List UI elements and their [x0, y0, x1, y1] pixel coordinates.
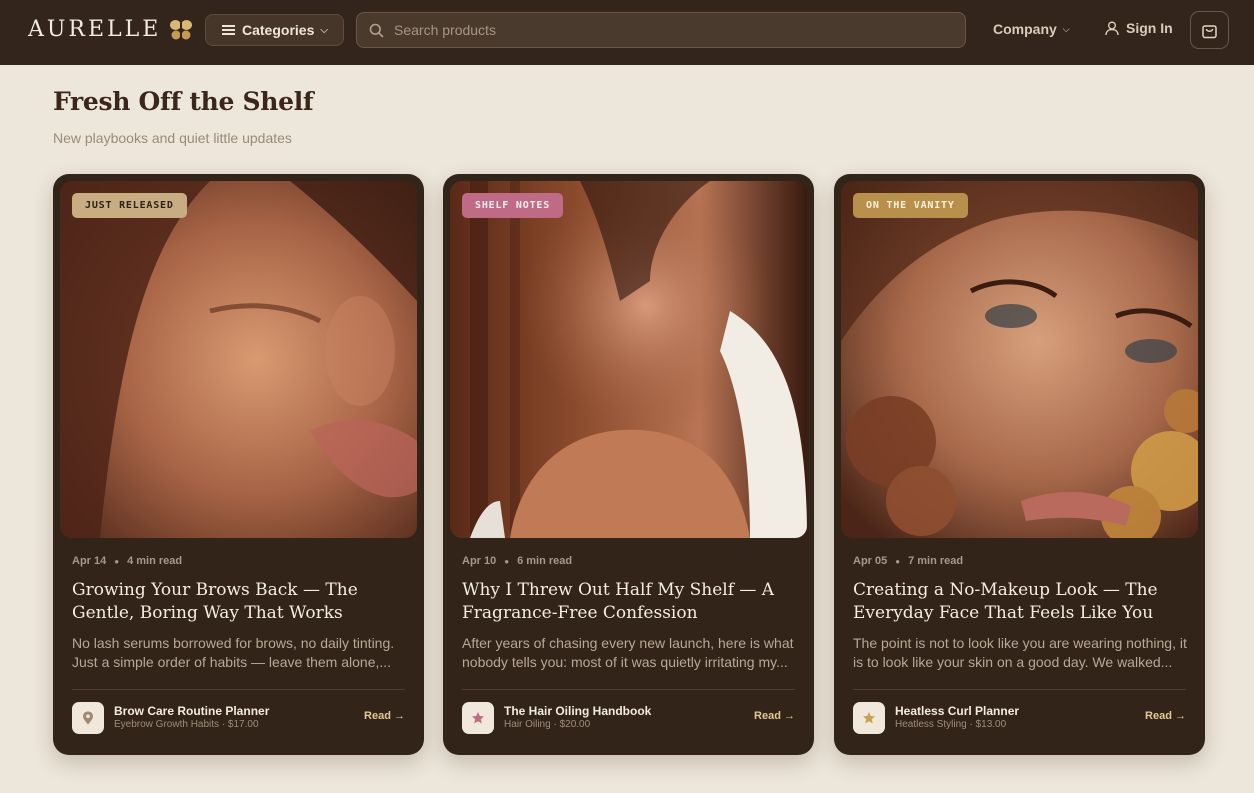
article-photo[interactable]	[60, 181, 417, 538]
company-label: Company	[993, 21, 1057, 37]
article-meta: Apr 10 ● 6 min read	[462, 555, 572, 567]
article-photo[interactable]	[450, 181, 807, 538]
article-date: Apr 10	[462, 555, 497, 567]
article-title[interactable]: Creating a No-Makeup Look — The Everyday…	[853, 579, 1188, 625]
sign-in-label: Sign In	[1126, 20, 1173, 36]
article-title[interactable]: Why I Threw Out Half My Shelf — A Fragra…	[462, 579, 797, 625]
read-link[interactable]: Read →	[1145, 710, 1186, 722]
categories-label: Categories	[242, 22, 315, 38]
search-input[interactable]	[394, 22, 954, 38]
product-details: Eyebrow Growth Habits · $17.00	[114, 719, 259, 730]
section-subtitle: New playbooks and quiet little updates	[53, 130, 292, 146]
product-thumbnail	[853, 702, 885, 734]
search-icon	[369, 23, 384, 37]
company-menu[interactable]: Company ⌵	[993, 21, 1070, 37]
article-excerpt: After years of chasing every new launch,…	[462, 634, 797, 672]
product-details: Hair Oiling · $20.00	[504, 719, 591, 730]
search-bar	[356, 12, 966, 48]
excerpt-line: The point is not to look like you are we…	[853, 635, 1187, 651]
product-name[interactable]: Brow Care Routine Planner	[114, 704, 269, 718]
star-icon	[863, 712, 875, 724]
butterfly-logo-icon	[170, 20, 192, 40]
shopping-bag-icon	[1202, 24, 1217, 38]
card-divider	[72, 689, 405, 690]
menu-icon	[222, 25, 235, 35]
product-details: Heatless Styling · $13.00	[895, 719, 1007, 730]
article-excerpt: No lash serums borrowed for brows, no da…	[72, 634, 407, 672]
category-badge: JUST RELEASED	[72, 193, 187, 218]
read-link[interactable]: Read →	[364, 710, 405, 722]
product-thumbnail	[462, 702, 494, 734]
article-photo[interactable]	[841, 181, 1198, 538]
article-card[interactable]: JUST RELEASED Apr 14 ● 4 min read Growin…	[53, 174, 424, 755]
separator-dot: ●	[895, 556, 901, 566]
excerpt-line: No lash serums borrowed for brows, no da…	[72, 635, 395, 651]
star-icon	[472, 712, 484, 724]
article-excerpt: The point is not to look like you are we…	[853, 634, 1188, 672]
category-badge: ON THE VANITY	[853, 193, 968, 218]
separator-dot: ●	[114, 556, 120, 566]
categories-button[interactable]: Categories ⌵	[205, 14, 344, 46]
excerpt-line: nobody tells you: most of it was quietly…	[462, 654, 788, 670]
product-name[interactable]: The Hair Oiling Handbook	[504, 704, 651, 718]
read-link[interactable]: Read →	[754, 710, 795, 722]
read-time: 4 min read	[127, 555, 183, 567]
section-title: Fresh Off the Shelf	[53, 87, 314, 116]
cart-button[interactable]	[1190, 11, 1229, 49]
article-card[interactable]: ON THE VANITY Apr 05 ● 7 min read Creati…	[834, 174, 1205, 755]
article-title[interactable]: Growing Your Brows Back — The Gentle, Bo…	[72, 579, 407, 625]
chevron-down-icon: ⌵	[320, 24, 328, 36]
article-date: Apr 05	[853, 555, 888, 567]
top-navigation-bar: AURELLE Categories ⌵ Company ⌵ Sign In	[0, 0, 1254, 65]
article-meta: Apr 05 ● 7 min read	[853, 555, 963, 567]
excerpt-line: Just a simple order of habits — leave th…	[72, 654, 392, 670]
excerpt-line: After years of chasing every new launch,…	[462, 635, 794, 651]
product-name[interactable]: Heatless Curl Planner	[895, 704, 1019, 718]
product-thumbnail	[72, 702, 104, 734]
article-meta: Apr 14 ● 4 min read	[72, 555, 182, 567]
chevron-down-icon: ⌵	[1062, 23, 1070, 34]
category-badge: SHELF NOTES	[462, 193, 564, 218]
read-time: 6 min read	[517, 555, 573, 567]
brand-logo[interactable]: AURELLE	[28, 16, 161, 44]
separator-dot: ●	[504, 556, 510, 566]
card-divider	[853, 689, 1186, 690]
map-pin-icon	[83, 711, 93, 725]
article-card[interactable]: SHELF NOTES Apr 10 ● 6 min read Why I Th…	[443, 174, 814, 755]
sign-in-button[interactable]: Sign In	[1105, 20, 1173, 36]
excerpt-line: is to look like your skin on a good day.…	[853, 654, 1173, 670]
article-date: Apr 14	[72, 555, 107, 567]
read-time: 7 min read	[908, 555, 964, 567]
card-divider	[462, 689, 795, 690]
user-icon	[1105, 21, 1119, 35]
